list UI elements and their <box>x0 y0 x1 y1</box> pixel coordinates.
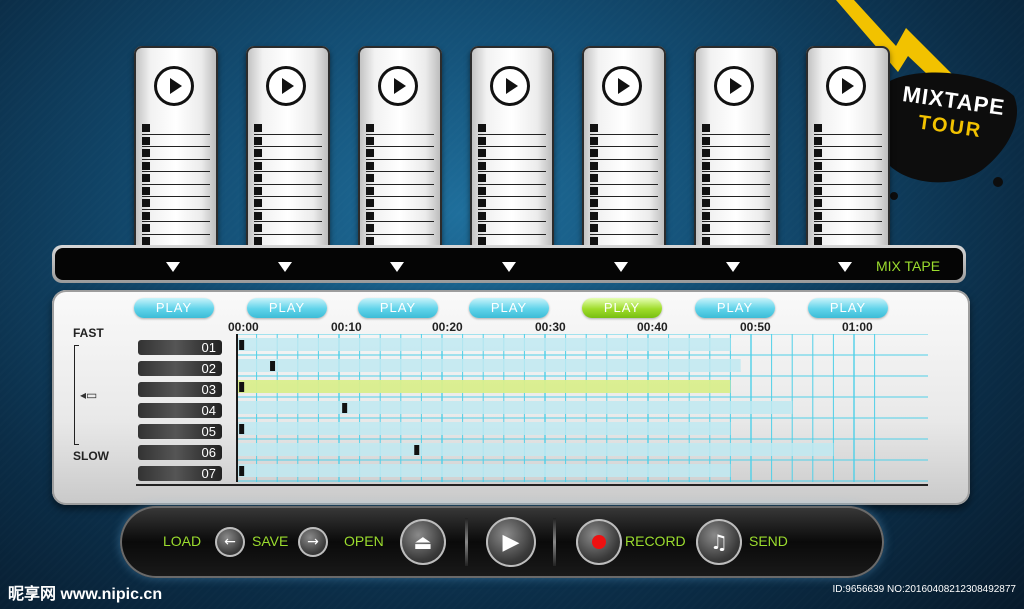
music-note-icon[interactable]: ♫ <box>696 519 742 565</box>
track-label-05: 05 <box>138 424 222 439</box>
card-list <box>142 122 210 247</box>
play-button-2[interactable]: PLAY <box>247 298 327 318</box>
speed-fast-label: FAST <box>73 326 104 340</box>
mix-tape-label: MIX TAPE <box>876 258 941 274</box>
track-label-07: 07 <box>138 466 222 481</box>
play-button-3[interactable]: PLAY <box>358 298 438 318</box>
down-arrow-icon <box>278 262 292 272</box>
play-button-1[interactable]: PLAY <box>134 298 214 318</box>
time-label: 00:20 <box>432 320 463 334</box>
card-list <box>590 122 658 247</box>
play-icon[interactable] <box>266 66 306 106</box>
track-marker <box>239 466 245 476</box>
separator <box>553 518 556 566</box>
down-arrow-icon <box>614 262 628 272</box>
card-list <box>478 122 546 247</box>
card-list <box>814 122 882 247</box>
track-card-2[interactable] <box>246 46 330 254</box>
down-arrow-icon <box>166 262 180 272</box>
track-bar <box>236 443 834 456</box>
play-icon[interactable] <box>602 66 642 106</box>
track-card-3[interactable] <box>358 46 442 254</box>
down-arrow-icon <box>838 262 852 272</box>
track-bar <box>236 359 741 372</box>
load-label[interactable]: LOAD <box>163 533 201 549</box>
eject-icon[interactable]: ⏏ <box>400 519 446 565</box>
separator <box>465 518 468 566</box>
track-card-4[interactable] <box>470 46 554 254</box>
play-icon[interactable] <box>378 66 418 106</box>
time-label: 00:30 <box>535 320 566 334</box>
timeline-baseline <box>136 484 928 486</box>
time-label: 01:00 <box>842 320 873 334</box>
play-icon[interactable] <box>714 66 754 106</box>
arrow-right-icon[interactable]: → <box>298 527 328 557</box>
card-list <box>254 122 322 247</box>
playhead <box>236 334 238 482</box>
time-label: 00:10 <box>331 320 362 334</box>
track-label-01: 01 <box>138 340 222 355</box>
track-marker <box>342 403 348 413</box>
play-button-5[interactable]: PLAY <box>582 298 662 318</box>
time-label: 00:00 <box>228 320 259 334</box>
track-bar <box>236 422 731 435</box>
play-main-icon[interactable]: ▶ <box>486 517 536 567</box>
track-bar <box>236 380 731 393</box>
time-label: 00:50 <box>740 320 771 334</box>
track-label-06: 06 <box>138 445 222 460</box>
play-button-6[interactable]: PLAY <box>695 298 775 318</box>
send-label[interactable]: SEND <box>749 533 788 549</box>
card-list <box>702 122 770 247</box>
play-button-7[interactable]: PLAY <box>808 298 888 318</box>
track-marker <box>239 382 245 392</box>
play-icon[interactable] <box>490 66 530 106</box>
play-icon[interactable] <box>154 66 194 106</box>
watermark-left: 昵享网 www.nipic.cn <box>8 586 163 603</box>
track-label-04: 04 <box>138 403 222 418</box>
track-marker <box>414 445 420 455</box>
down-arrow-icon <box>726 262 740 272</box>
timeline-grid[interactable] <box>236 334 928 482</box>
arrow-left-icon[interactable]: ← <box>215 527 245 557</box>
track-bar <box>236 464 731 477</box>
down-arrow-icon <box>502 262 516 272</box>
record-label[interactable]: RECORD <box>625 533 686 549</box>
track-label-02: 02 <box>138 361 222 376</box>
record-icon[interactable] <box>576 519 622 565</box>
watermark-right: ID:9656639 NO:20160408212308492877 <box>832 584 1017 595</box>
speed-slider-handle-icon[interactable]: ◂▭ <box>80 388 97 402</box>
track-card-7[interactable] <box>806 46 890 254</box>
track-card-6[interactable] <box>694 46 778 254</box>
card-list <box>366 122 434 247</box>
track-marker <box>239 424 245 434</box>
speed-slider-track <box>74 345 79 445</box>
track-bar <box>236 401 793 414</box>
play-icon[interactable] <box>826 66 866 106</box>
open-label[interactable]: OPEN <box>344 533 384 549</box>
track-marker <box>239 340 245 350</box>
track-bar <box>236 338 731 351</box>
save-label[interactable]: SAVE <box>252 533 288 549</box>
play-button-4[interactable]: PLAY <box>469 298 549 318</box>
track-marker <box>270 361 276 371</box>
track-label-03: 03 <box>138 382 222 397</box>
time-label: 00:40 <box>637 320 668 334</box>
track-card-5[interactable] <box>582 46 666 254</box>
down-arrow-icon <box>390 262 404 272</box>
track-card-1[interactable] <box>134 46 218 254</box>
speed-slow-label: SLOW <box>73 449 109 463</box>
